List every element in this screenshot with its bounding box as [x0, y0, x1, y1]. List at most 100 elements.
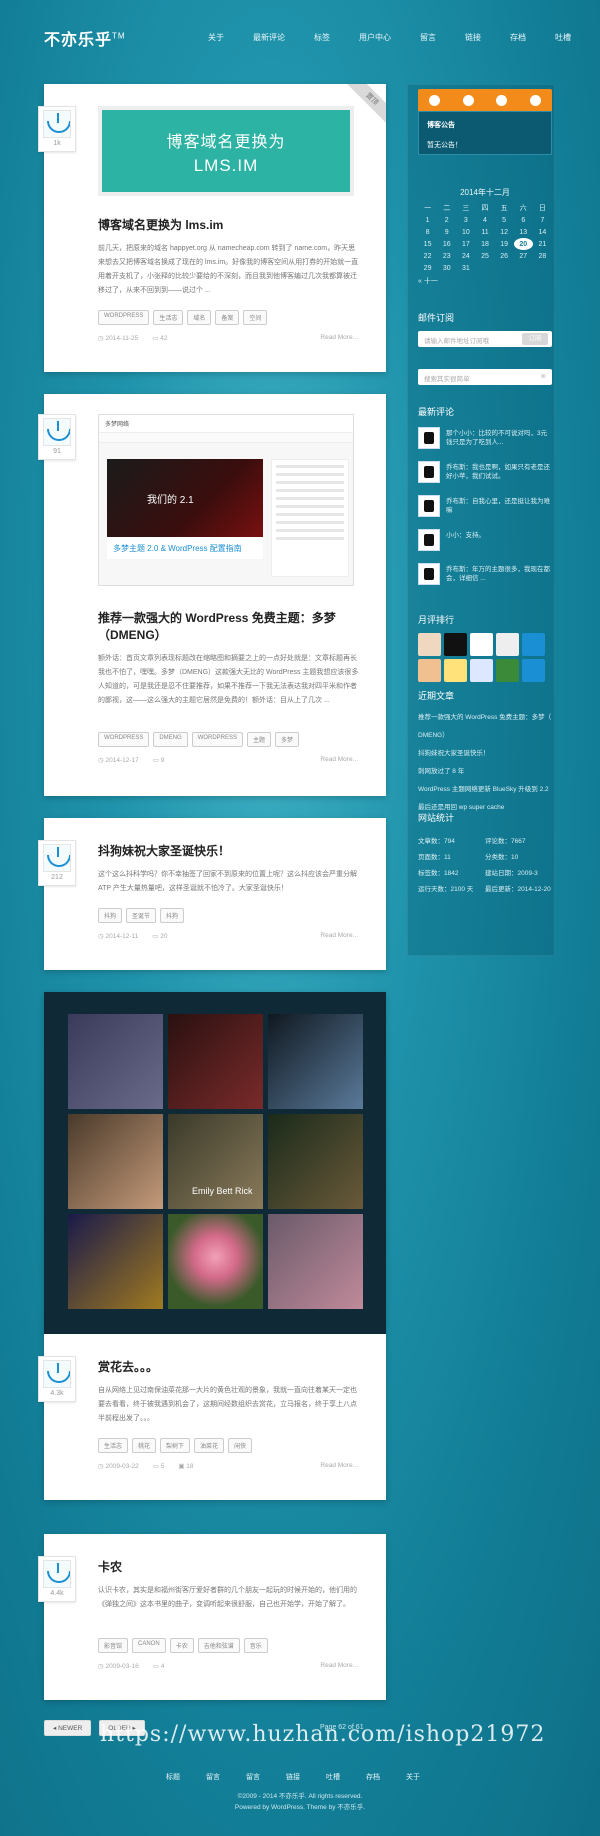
- tag[interactable]: 圣诞节: [126, 908, 157, 923]
- tag[interactable]: 吉他和弦谱: [197, 1638, 240, 1653]
- site-logo[interactable]: 不亦乐乎TM: [44, 26, 126, 50]
- tag[interactable]: DMENG: [153, 732, 188, 747]
- tag[interactable]: 影音馆: [98, 1638, 129, 1653]
- gallery-photo[interactable]: [68, 1114, 163, 1209]
- tag[interactable]: 生活志: [153, 310, 184, 325]
- photo-gallery[interactable]: Emily Bett Rick: [44, 992, 386, 1334]
- author-avatar[interactable]: 91: [38, 414, 76, 460]
- tag[interactable]: CANON: [132, 1638, 166, 1653]
- commenter-avatar[interactable]: [496, 633, 519, 656]
- comment-item[interactable]: 那个小小：比较的不可说对吗，3元钱只是为了吃到人...: [418, 427, 552, 457]
- tag[interactable]: 备案: [215, 310, 240, 325]
- nav-item[interactable]: 存档: [510, 32, 526, 43]
- gallery-photo[interactable]: Emily Bett Rick: [168, 1114, 263, 1209]
- subscribe-button[interactable]: 订阅: [522, 333, 548, 345]
- tag[interactable]: 梨树下: [160, 1438, 191, 1453]
- tag[interactable]: 卡农: [169, 1638, 194, 1653]
- recent-post-link[interactable]: 刺网放过了 8 年: [418, 763, 552, 781]
- comment-count[interactable]: ▭ 9: [153, 756, 165, 764]
- gallery-photo[interactable]: [268, 1214, 363, 1309]
- search-clear-icon[interactable]: ⊗: [541, 372, 546, 380]
- read-more-link[interactable]: Read More...: [320, 334, 358, 341]
- tag[interactable]: 音乐: [243, 1638, 268, 1653]
- qq-icon[interactable]: [429, 94, 441, 106]
- commenter-avatar[interactable]: [522, 659, 545, 682]
- nav-item[interactable]: 标签: [314, 32, 330, 43]
- gallery-photo[interactable]: [68, 1214, 163, 1309]
- recent-post-link[interactable]: 抖狗妹祝大家圣诞快乐！: [418, 745, 552, 763]
- comment-count[interactable]: ▭ 5: [153, 1462, 165, 1470]
- subscribe-email-field[interactable]: 请输入邮件地址订阅哦 订阅: [418, 331, 552, 347]
- tag[interactable]: 空间: [243, 310, 268, 325]
- tag[interactable]: WORDPRESS: [98, 310, 150, 325]
- post-banner[interactable]: 博客域名更换为 LMS.IM: [98, 106, 354, 196]
- author-avatar[interactable]: 212: [38, 840, 76, 886]
- commenter-avatar[interactable]: [470, 633, 493, 656]
- tag[interactable]: WORDPRESS: [98, 732, 150, 747]
- read-more-link[interactable]: Read More...: [320, 1662, 358, 1669]
- comment-item[interactable]: 小小：支持。: [418, 529, 552, 559]
- author-avatar[interactable]: 4.3k: [38, 1356, 76, 1402]
- nav-item[interactable]: 最新评论: [253, 32, 285, 43]
- footer-link[interactable]: 留言: [206, 1772, 220, 1782]
- footer-link[interactable]: 标题: [166, 1772, 180, 1782]
- commenter-avatar[interactable]: [522, 633, 545, 656]
- nav-item[interactable]: 留言: [420, 32, 436, 43]
- commenter-avatar[interactable]: [418, 659, 441, 682]
- comment-item[interactable]: 乔布斯：我也是啊，如果只有老是还好小苹，我们试试。: [418, 461, 552, 491]
- nav-item[interactable]: 吐槽: [555, 32, 571, 43]
- footer-link[interactable]: 链接: [286, 1772, 300, 1782]
- recent-post-link[interactable]: WordPress 主题网络更新 BlueSky 升级到 2.2: [418, 781, 552, 799]
- commenter-avatar[interactable]: [496, 659, 519, 682]
- tag[interactable]: 抖狗: [160, 908, 185, 923]
- read-more-link[interactable]: Read More...: [320, 1462, 358, 1469]
- tag[interactable]: 主题: [247, 732, 272, 747]
- comment-count[interactable]: ▭ 42: [152, 334, 167, 342]
- post-title[interactable]: 博客域名更换为 lms.im: [98, 216, 223, 233]
- recent-post-link[interactable]: DMENG）: [418, 727, 552, 745]
- tag[interactable]: WORDPRESS: [191, 732, 244, 747]
- recent-post-link[interactable]: 推荐一款强大的 WordPress 免费主题：多梦（: [418, 709, 552, 727]
- comment-item[interactable]: 乔布斯：自我心里，还是挺让我为难嘛: [418, 495, 552, 525]
- commenter-avatar[interactable]: [444, 633, 467, 656]
- newer-button[interactable]: ◂ NEWER: [44, 1720, 92, 1736]
- post-title[interactable]: 卡农: [98, 1558, 122, 1575]
- gallery-photo[interactable]: [68, 1014, 163, 1109]
- tag[interactable]: 油菜花: [194, 1438, 225, 1453]
- calendar-today[interactable]: 20: [513, 238, 533, 250]
- post-title[interactable]: 赏花去。。。: [98, 1358, 158, 1375]
- search-input[interactable]: 搜索其实很简单 ⊗: [418, 369, 552, 385]
- nav-item[interactable]: 用户中心: [359, 32, 391, 43]
- footer-link[interactable]: 吐槽: [326, 1772, 340, 1782]
- nav-item[interactable]: 关于: [208, 32, 224, 43]
- author-avatar[interactable]: 4.4k: [38, 1556, 76, 1602]
- tag[interactable]: 桃花: [132, 1438, 157, 1453]
- commenter-avatar[interactable]: [418, 633, 441, 656]
- gallery-photo[interactable]: [268, 1114, 363, 1209]
- weibo-icon[interactable]: [462, 94, 474, 106]
- tag[interactable]: 域名: [187, 310, 212, 325]
- gallery-photo[interactable]: [168, 1014, 263, 1109]
- post-thumbnail[interactable]: 多梦网络 我们的 2.1 多梦主题 2.0 & WordPress 配置指南: [98, 414, 354, 586]
- gallery-photo[interactable]: [268, 1014, 363, 1109]
- footer-link[interactable]: 关于: [406, 1772, 420, 1782]
- nav-item[interactable]: 链接: [465, 32, 481, 43]
- footer-link[interactable]: 存档: [366, 1772, 380, 1782]
- commenter-avatar[interactable]: [444, 659, 467, 682]
- comment-count[interactable]: ▭ 20: [152, 932, 167, 940]
- comment-item[interactable]: 乔布斯：年万的主题很多，我现在都会，详细信 ...: [418, 563, 552, 593]
- tag[interactable]: 闲侠: [228, 1438, 253, 1453]
- tag[interactable]: 生活志: [98, 1438, 129, 1453]
- read-more-link[interactable]: Read More...: [320, 756, 358, 763]
- tencent-weibo-icon[interactable]: [496, 94, 508, 106]
- comment-count[interactable]: ▭ 4: [153, 1662, 165, 1670]
- author-avatar[interactable]: 1k: [38, 106, 76, 152]
- tag[interactable]: 抖狗: [98, 908, 123, 923]
- rss-icon[interactable]: [529, 94, 541, 106]
- calendar-prev-link[interactable]: « 十一: [418, 276, 552, 286]
- read-more-link[interactable]: Read More...: [320, 932, 358, 939]
- post-title[interactable]: 抖狗妹祝大家圣诞快乐！: [98, 842, 230, 859]
- post-title[interactable]: 推荐一款强大的 WordPress 免费主题：多梦（DMENG）: [98, 610, 360, 644]
- gallery-photo[interactable]: [168, 1214, 263, 1309]
- commenter-avatar[interactable]: [470, 659, 493, 682]
